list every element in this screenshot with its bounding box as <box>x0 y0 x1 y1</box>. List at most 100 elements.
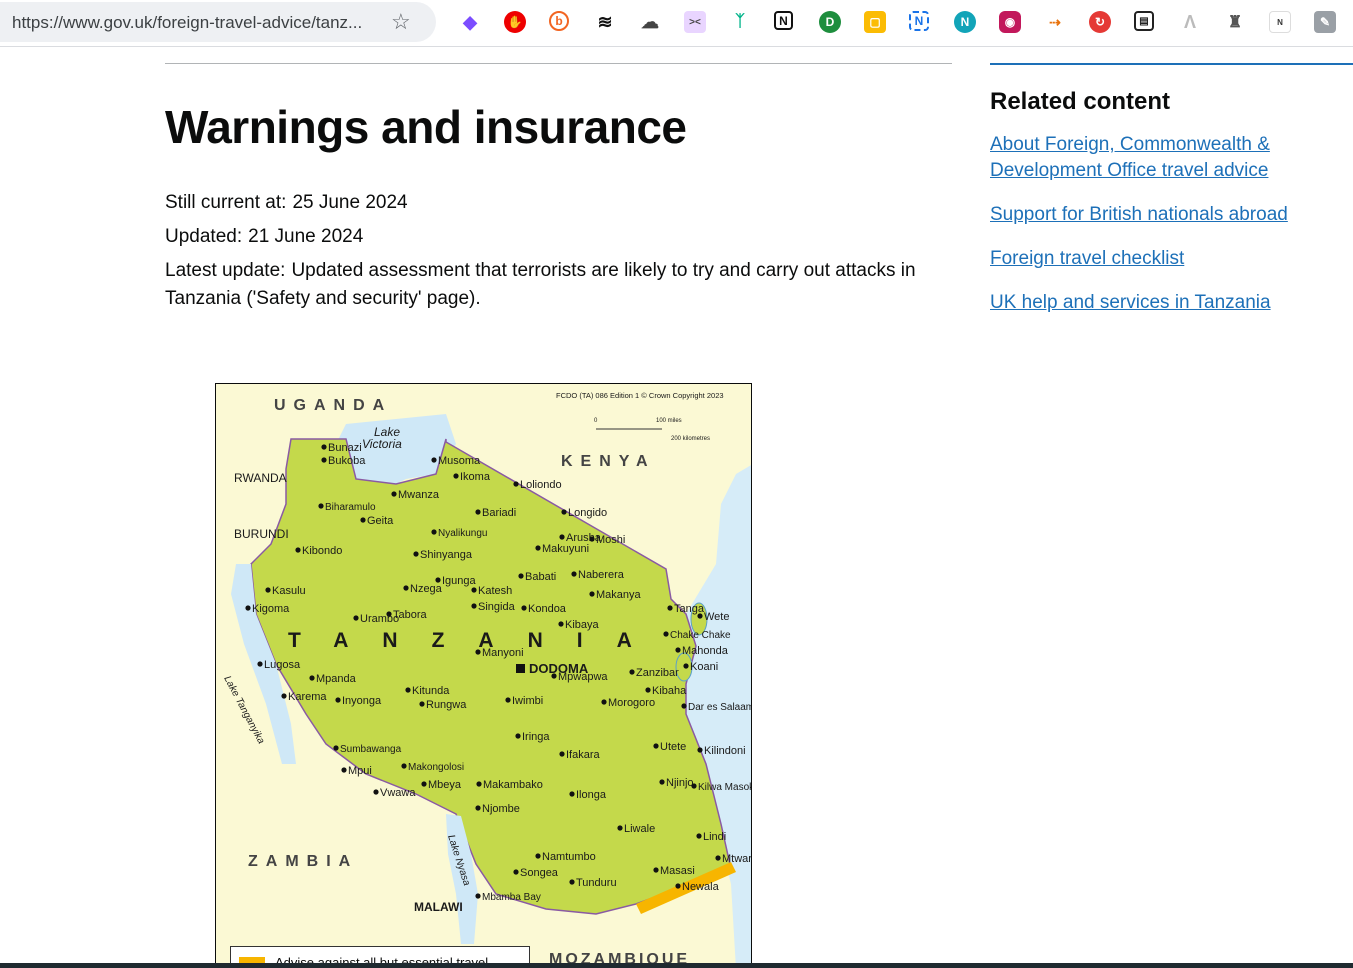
city-label: Biharamulo <box>325 502 376 513</box>
city-marker <box>403 585 409 591</box>
map-graphic: UGANDA KENYA RWANDA BURUNDI TANZANIA ZAM… <box>221 391 752 967</box>
city-label: Kibaya <box>565 619 600 631</box>
city-label: Kilwa Masoko <box>698 782 752 793</box>
scale-miles: 100 miles <box>656 418 682 424</box>
related-content-title: Related content <box>990 88 1171 115</box>
label-zambia: ZAMBIA <box>248 853 358 870</box>
bookmark-star-icon[interactable]: ☆ <box>391 9 411 35</box>
city-marker <box>589 536 595 542</box>
city-marker <box>360 517 366 523</box>
city-label: Moshi <box>596 534 625 546</box>
note-ext-icon[interactable]: ▢ <box>864 11 886 33</box>
city-label: Mpui <box>348 765 372 777</box>
city-marker <box>513 481 519 487</box>
city-label: Vwawa <box>380 787 416 799</box>
related-link-travel-checklist[interactable]: Foreign travel checklist <box>990 246 1300 272</box>
camera-ext-icon[interactable]: ◉ <box>999 11 1021 33</box>
related-link-fcdo-advice[interactable]: About Foreign, Commonwealth & Developmen… <box>990 132 1300 184</box>
cloud-ext-icon[interactable]: ☁ <box>639 11 661 33</box>
latest-update-row: Latest update: Updated assessment that te… <box>165 257 955 313</box>
label-tanzania: TANZANIA <box>288 629 666 652</box>
city-label: Nzega <box>410 583 443 595</box>
city-marker <box>453 473 459 479</box>
city-label: Manyoni <box>482 647 524 659</box>
city-label: Kondoa <box>528 603 567 615</box>
browser-toolbar: https://www.gov.uk/foreign-travel-advice… <box>0 0 1353 47</box>
book-ext-icon[interactable]: ▤ <box>1134 11 1154 31</box>
city-label: Kigoma <box>252 603 290 615</box>
city-label: Ikoma <box>460 471 491 483</box>
city-marker <box>471 603 477 609</box>
city-marker <box>559 751 565 757</box>
city-marker <box>659 779 665 785</box>
city-marker <box>561 509 567 515</box>
diamond-ext-icon[interactable]: ◆ <box>459 11 481 33</box>
city-marker <box>675 883 681 889</box>
arrow-ext-icon[interactable]: ⇢ <box>1044 11 1066 33</box>
b-ext-icon[interactable]: b <box>549 11 569 31</box>
city-label: Namtumbo <box>542 851 596 863</box>
city-marker <box>559 534 565 540</box>
related-content: Related content About Foreign, Commonwea… <box>990 63 1353 316</box>
city-label: Longido <box>568 507 607 519</box>
city-marker <box>505 697 511 703</box>
layers-ext-icon[interactable]: ≋ <box>594 11 616 33</box>
city-marker <box>601 699 607 705</box>
city-label: Iringa <box>522 731 550 743</box>
city-marker <box>475 805 481 811</box>
a-ext-icon[interactable]: Λ <box>1179 11 1201 33</box>
city-label: Singida <box>478 601 516 613</box>
city-marker <box>521 605 527 611</box>
scale-km: 200 kilometres <box>671 436 710 442</box>
city-marker <box>295 547 301 553</box>
city-label: Kibondo <box>302 545 342 557</box>
n-circle-ext-icon[interactable]: N <box>954 11 976 33</box>
face-ext-icon[interactable]: >< <box>684 11 706 33</box>
d-ext-icon[interactable]: D <box>819 11 841 33</box>
city-marker <box>476 781 482 787</box>
tf-ext-icon[interactable]: ᛉ <box>729 11 751 33</box>
sync-ext-icon[interactable]: ↻ <box>1089 11 1111 33</box>
city-marker <box>413 551 419 557</box>
city-label: Ifakara <box>566 749 601 761</box>
city-label: Morogoro <box>608 697 655 709</box>
latest-update-label: Latest update: <box>165 260 286 281</box>
city-marker <box>691 783 697 789</box>
updated-value: 21 June 2024 <box>248 226 364 247</box>
city-label: Lugosa <box>264 659 301 671</box>
city-label: Utete <box>660 741 686 753</box>
label-uganda: UGANDA <box>274 397 392 414</box>
city-marker <box>421 781 427 787</box>
city-label: Mpanda <box>316 673 357 685</box>
city-label: Kilindoni <box>704 745 746 757</box>
city-marker <box>341 767 347 773</box>
city-marker <box>697 747 703 753</box>
city-marker <box>281 693 287 699</box>
city-marker <box>569 791 575 797</box>
related-link-support-nationals[interactable]: Support for British nationals abroad <box>990 202 1300 228</box>
small-ext-icon[interactable]: N <box>1269 11 1291 33</box>
city-label: Chake Chake <box>670 630 731 641</box>
puzzle-ext-icon[interactable]: ✎ <box>1314 11 1336 33</box>
city-marker <box>513 869 519 875</box>
city-marker <box>471 587 477 593</box>
city-label: Dar es Salaam <box>688 702 752 713</box>
city-marker <box>515 733 521 739</box>
city-label: Makambako <box>483 779 543 791</box>
shield-ext-icon[interactable]: ✋ <box>504 11 526 33</box>
address-bar[interactable]: https://www.gov.uk/foreign-travel-advice… <box>0 2 436 42</box>
city-label: Mpwapwa <box>558 671 608 683</box>
city-marker <box>535 853 541 859</box>
url-text[interactable]: https://www.gov.uk/foreign-travel-advice… <box>12 13 362 33</box>
city-marker <box>321 444 327 450</box>
city-marker <box>715 855 721 861</box>
related-link-uk-help-tanzania[interactable]: UK help and services in Tanzania <box>990 290 1300 316</box>
notion-ext-icon[interactable]: N <box>774 11 793 30</box>
city-marker <box>265 587 271 593</box>
hat-ext-icon[interactable]: ♜ <box>1224 11 1246 33</box>
city-marker <box>401 763 407 769</box>
city-marker <box>475 649 481 655</box>
n-box-ext-icon[interactable]: N <box>909 11 929 31</box>
city-marker <box>257 661 263 667</box>
city-label: Makuyuni <box>542 543 589 555</box>
